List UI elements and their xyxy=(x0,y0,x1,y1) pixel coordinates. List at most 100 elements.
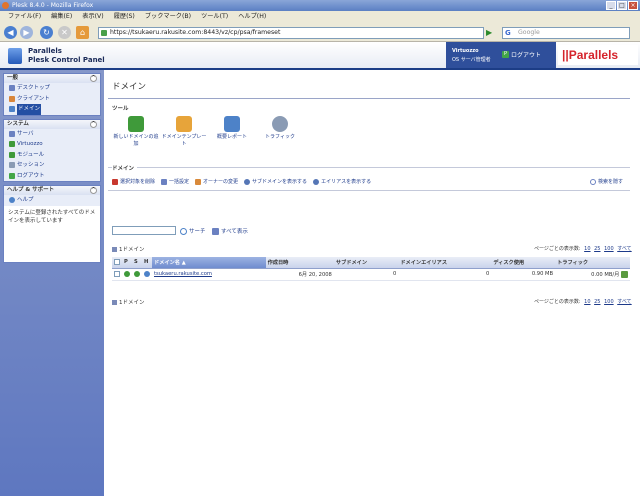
stop-icon[interactable]: ✕ xyxy=(58,26,71,39)
actions-divider xyxy=(108,190,630,191)
plesk-header: Parallels Plesk Control Panel Virtuozzo … xyxy=(0,42,640,70)
change-owner-button[interactable]: オーナーの変更 xyxy=(195,178,238,185)
domain-templates-button[interactable]: ドメインテンプレート xyxy=(160,116,208,148)
menu-bookmarks[interactable]: ブックマーク(B) xyxy=(140,11,196,23)
column-disk[interactable]: ディスク使用 xyxy=(491,257,556,269)
pager-25[interactable]: 25 xyxy=(594,246,600,252)
address-bar[interactable]: https://tsukaeru.rakusite.com:8443/vz/cp… xyxy=(98,27,484,39)
group-operations-button[interactable]: 一括設定 xyxy=(161,178,189,185)
maximize-button[interactable]: □ xyxy=(617,1,627,10)
main-content: ドメイン ツール 新しいドメインの追加 ドメインテンプレート 概要レポート トラ… xyxy=(108,70,638,496)
sidebar-item-desktop[interactable]: デスクトップ xyxy=(4,83,100,94)
action-label: 選択対象を削除 xyxy=(120,179,156,185)
column-traffic[interactable]: トラフィック xyxy=(555,257,630,269)
header-logout-button[interactable]: P ログアウト xyxy=(502,50,541,59)
toggle-search-button[interactable]: 検索を隠す xyxy=(590,178,623,185)
sidebar-item-sessions[interactable]: セッション xyxy=(4,160,100,171)
sidebar-general-title: 一般 xyxy=(7,75,19,81)
row-checkbox[interactable] xyxy=(114,270,120,277)
add-domain-button[interactable]: 新しいドメインの追加 xyxy=(112,116,160,148)
menu-view[interactable]: 表示(V) xyxy=(77,11,108,23)
menu-tools[interactable]: ツール(T) xyxy=(196,11,233,23)
window-controls: _ □ × xyxy=(606,1,638,10)
menu-help[interactable]: ヘルプ(H) xyxy=(233,11,271,23)
pager-all[interactable]: すべて xyxy=(617,299,631,305)
pager-label: ページごとの表示数: xyxy=(534,246,581,252)
column-domain-name[interactable]: ドメイン名 ▲ xyxy=(152,257,266,269)
menu-bar: ファイル(F) 編集(E) 表示(V) 履歴(S) ブックマーク(B) ツール(… xyxy=(0,11,640,23)
add-domain-icon xyxy=(128,116,144,132)
window-titlebar: Plesk 8.4.0 - Mozilla Firefox _ □ × xyxy=(0,0,640,11)
pager-all[interactable]: すべて xyxy=(617,246,631,252)
tools-group: 新しいドメインの追加 ドメインテンプレート 概要レポート トラフィック xyxy=(112,116,304,148)
sidebar-item-clients[interactable]: クライアント xyxy=(4,94,100,105)
sidebar-item-logout[interactable]: ログアウト xyxy=(4,171,100,182)
pager-100[interactable]: 100 xyxy=(604,246,614,252)
search-input[interactable]: G Google xyxy=(502,27,630,39)
column-aliases[interactable]: ドメインエイリアス xyxy=(398,257,492,269)
sidebar-help: ヘルプ & サポート ^ ヘルプ システムに登録されたすべてのドメインを表示して… xyxy=(3,185,101,263)
help-icon xyxy=(9,197,15,204)
pager-label: ページごとの表示数: xyxy=(534,299,581,305)
pager-10[interactable]: 10 xyxy=(584,299,590,305)
toggle-search-label: 検索を隠す xyxy=(598,179,624,185)
pager-10[interactable]: 10 xyxy=(584,246,590,252)
pager-25[interactable]: 25 xyxy=(594,299,600,305)
sort-asc-icon: ▲ xyxy=(181,259,186,266)
search-button-label: サーチ xyxy=(189,229,206,235)
search-button[interactable]: サーチ xyxy=(180,227,206,235)
menu-edit[interactable]: 編集(E) xyxy=(46,11,77,23)
eye-icon xyxy=(244,178,251,185)
plesk-page: Parallels Plesk Control Panel Virtuozzo … xyxy=(0,42,640,496)
column-s[interactable]: S xyxy=(132,257,142,269)
summary-report-button[interactable]: 概要レポート xyxy=(208,116,256,148)
search-toggle-icon xyxy=(590,178,596,185)
sidebar-item-modules[interactable]: モジュール xyxy=(4,150,100,161)
sidebar-item-label: ヘルプ xyxy=(17,197,34,203)
back-icon[interactable]: ◀ xyxy=(4,26,17,39)
reload-icon[interactable]: ↻ xyxy=(40,26,53,39)
domain-search-input[interactable] xyxy=(112,226,176,235)
menu-history[interactable]: 履歴(S) xyxy=(109,11,140,23)
traffic-button[interactable]: トラフィック xyxy=(256,116,304,148)
open-domain-icon[interactable] xyxy=(621,270,628,278)
minimize-button[interactable]: _ xyxy=(606,1,616,10)
modules-icon xyxy=(9,151,15,158)
domain-link[interactable]: tsukaeru.rakusite.com xyxy=(154,271,212,277)
column-p[interactable]: P xyxy=(122,257,132,269)
action-label: エイリアスを表示する xyxy=(321,179,372,185)
show-subdomains-button[interactable]: サブドメインを表示する xyxy=(244,178,307,185)
column-subdomains[interactable]: サブドメイン xyxy=(333,257,399,269)
domains-section-title: ドメイン xyxy=(112,164,138,172)
collapse-icon[interactable]: ^ xyxy=(90,120,97,128)
pager-top: ページごとの表示数: 10 25 100 すべて xyxy=(534,245,632,252)
sidebar-item-help[interactable]: ヘルプ xyxy=(4,195,100,206)
collapse-icon[interactable]: ^ xyxy=(90,75,97,82)
action-label: オーナーの変更 xyxy=(203,179,239,185)
domain-count-top: 1ドメイン xyxy=(112,245,145,253)
show-aliases-button[interactable]: エイリアスを表示する xyxy=(313,178,371,185)
sidebar: 一般 ^ デスクトップ クライアント ドメイン システム ^ サーバ Virtu… xyxy=(0,70,104,496)
column-h[interactable]: H xyxy=(142,257,152,269)
close-button[interactable]: × xyxy=(628,1,638,10)
sidebar-item-domains[interactable]: ドメイン xyxy=(4,104,100,115)
select-all-checkbox[interactable] xyxy=(114,259,120,265)
pager-100[interactable]: 100 xyxy=(604,299,614,305)
window-title: Plesk 8.4.0 - Mozilla Firefox xyxy=(12,2,94,9)
sidebar-item-server[interactable]: サーバ xyxy=(4,129,100,140)
sidebar-item-label: デスクトップ xyxy=(17,85,51,91)
sidebar-help-header: ヘルプ & サポート ^ xyxy=(4,186,100,195)
header-logout-label: ログアウト xyxy=(511,52,542,59)
menu-file[interactable]: ファイル(F) xyxy=(3,11,46,23)
traffic-value: 0.00 MB/月 xyxy=(591,271,620,278)
column-created[interactable]: 作成日時 xyxy=(265,257,334,269)
home-icon[interactable]: ⌂ xyxy=(76,26,89,39)
sidebar-item-virtuozzo[interactable]: Virtuozzo xyxy=(4,139,100,150)
collapse-icon[interactable]: ^ xyxy=(90,187,97,194)
status-ok-icon xyxy=(134,270,140,277)
sidebar-help-title: ヘルプ & サポート xyxy=(7,187,55,193)
delete-selected-button[interactable]: 選択対象を削除 xyxy=(112,178,155,185)
go-icon[interactable]: ▶ xyxy=(486,27,496,39)
show-all-button[interactable]: すべて表示 xyxy=(212,227,248,235)
forward-icon[interactable]: ▶ xyxy=(20,26,33,39)
